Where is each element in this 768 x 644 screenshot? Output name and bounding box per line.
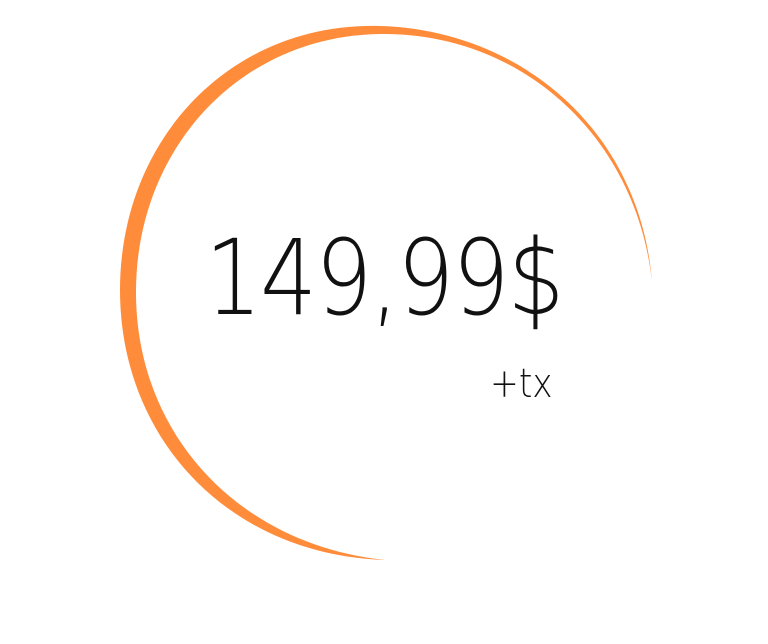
price-badge: 149,99$ +tx (0, 0, 768, 644)
price-amount: 149,99$ (205, 217, 565, 339)
tax-note: +tx (490, 361, 553, 407)
